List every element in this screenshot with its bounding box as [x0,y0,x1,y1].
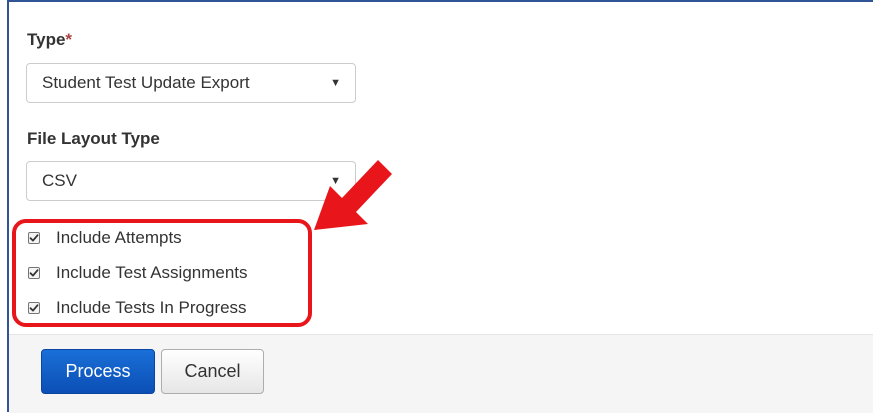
file-layout-select-value: CSV [42,171,77,190]
type-select-value: Student Test Update Export [42,73,250,92]
include-attempts-option[interactable]: Include Attempts [28,228,182,248]
checkmark-icon [29,304,39,312]
checkmark-icon [29,269,39,277]
required-marker: * [65,30,73,49]
chevron-down-icon: ▼ [330,77,341,89]
cancel-button[interactable]: Cancel [161,349,264,394]
include-attempts-label: Include Attempts [56,228,182,247]
type-label-text: Type [27,30,66,49]
chevron-down-icon: ▼ [330,175,341,187]
include-tests-in-progress-label: Include Tests In Progress [56,298,247,317]
include-tests-in-progress-checkbox[interactable] [28,302,40,314]
type-select[interactable]: Student Test Update Export ▼ [26,63,356,103]
include-attempts-checkbox[interactable] [28,232,40,244]
type-label: Type* [27,30,72,50]
file-layout-select[interactable]: CSV ▼ [26,161,356,201]
checkmark-icon [29,234,39,242]
include-test-assignments-option[interactable]: Include Test Assignments [28,263,248,283]
file-layout-type-label: File Layout Type [27,129,160,148]
process-button[interactable]: Process [41,349,155,394]
include-tests-in-progress-option[interactable]: Include Tests In Progress [28,298,247,318]
include-test-assignments-checkbox[interactable] [28,267,40,279]
include-test-assignments-label: Include Test Assignments [56,263,248,282]
